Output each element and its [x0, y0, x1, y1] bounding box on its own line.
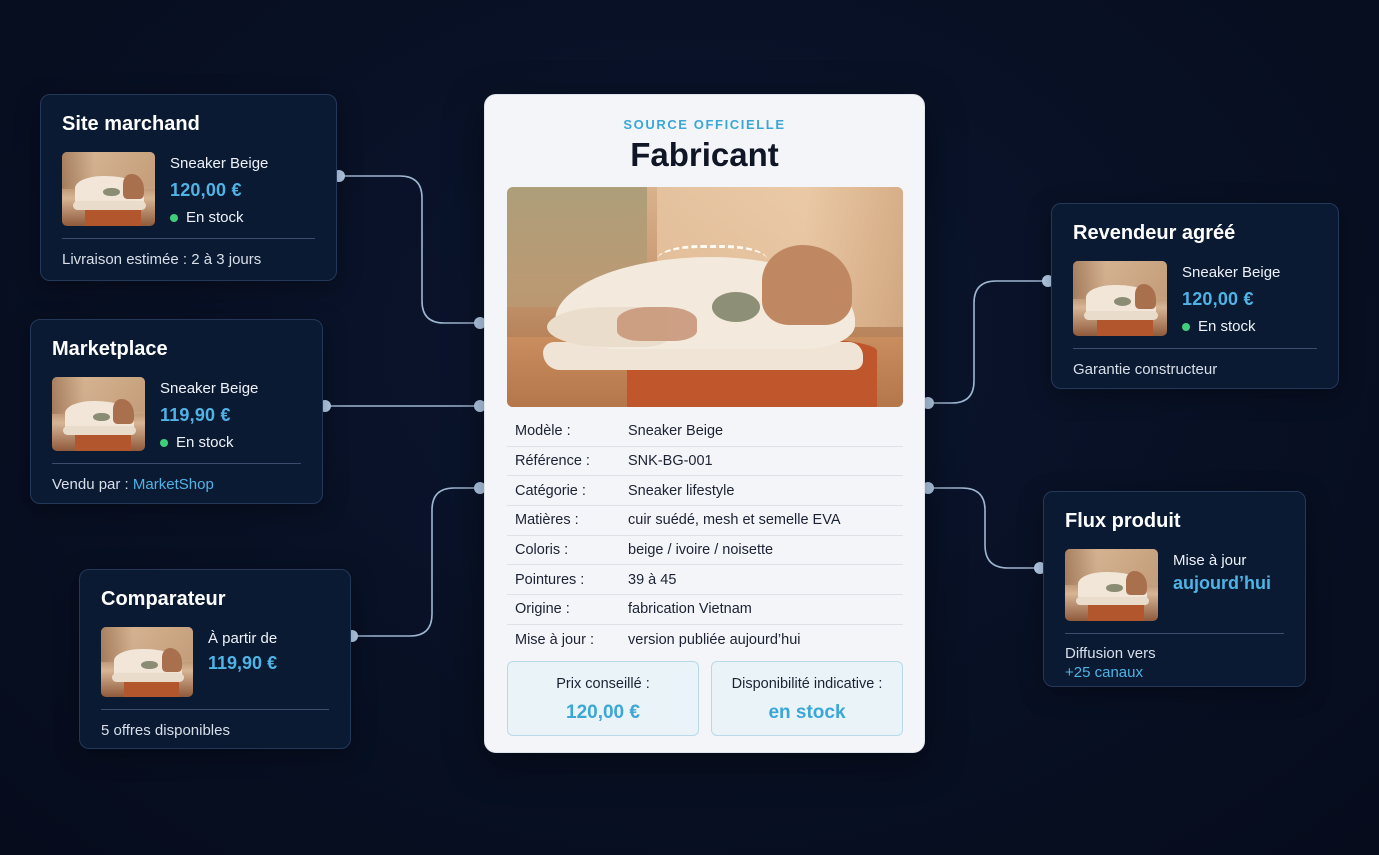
stock-dot-icon	[170, 213, 178, 222]
product-price: 120,00 €	[1182, 289, 1254, 309]
spec-row: Coloris : beige / ivoire / noisette	[507, 536, 903, 566]
update-value: aujourd’hui	[1173, 573, 1271, 593]
price-box: Prix conseillé : 120,00 €	[507, 661, 699, 736]
card-title: Comparateur	[101, 588, 226, 610]
spec-row: Modèle : Sneaker Beige	[507, 417, 903, 447]
warranty-info: Garantie constructeur	[1073, 361, 1218, 378]
product-price: 119,90 €	[160, 405, 231, 425]
product-hero-image	[507, 187, 903, 407]
stock-dot-icon	[160, 438, 168, 447]
summary-boxes: Prix conseillé : 120,00 € Disponibilité …	[507, 661, 903, 736]
product-thumbnail	[101, 627, 193, 697]
stock-status: En stock	[170, 209, 268, 226]
product-name: Sneaker Beige	[160, 380, 259, 397]
product-price: 120,00 €	[170, 180, 242, 200]
card-title: Flux produit	[1065, 510, 1181, 532]
stock-dot-icon	[1182, 322, 1190, 331]
from-label: À partir de	[208, 630, 278, 647]
seller-link[interactable]: MarketShop	[133, 476, 214, 493]
card-title: Revendeur agréé	[1073, 222, 1236, 244]
availability-box: Disponibilité indicative : en stock	[711, 661, 903, 736]
stock-status: En stock	[160, 434, 258, 451]
spec-table: Modèle : Sneaker Beige Référence : SNK-BG-…	[507, 417, 903, 655]
marketplace-card: Marketplace Sneaker Beige 119,90 € En st…	[30, 319, 323, 504]
spec-row: Matières : cuir suédé, mesh et semelle EV…	[507, 506, 903, 536]
channels-count: +25 canaux	[1065, 664, 1143, 681]
product-thumbnail	[52, 377, 145, 451]
product-summary: Sneaker Beige 120,00 € En stock	[1073, 261, 1317, 336]
product-thumbnail	[1065, 549, 1158, 621]
flux-produit-card: Flux produit Mise à jour aujourd’hui Dif…	[1043, 491, 1306, 687]
card-title: Marketplace	[52, 338, 168, 360]
update-label: Mise à jour	[1173, 552, 1247, 569]
product-thumbnail	[1073, 261, 1167, 336]
site-marchand-card: Site marchand Sneaker Beige 120,00 € En …	[40, 94, 337, 281]
page-title: Fabricant	[630, 136, 779, 173]
spec-row: Origine : fabrication Vietnam	[507, 595, 903, 625]
distribution-info: Diffusion vers +25 canaux	[1065, 634, 1284, 698]
availability-label: Disponibilité indicative :	[731, 676, 883, 692]
lowest-price: 119,90 €	[208, 653, 278, 673]
price-value: 120,00 €	[566, 702, 640, 723]
spec-row: Pointures :39 à 45	[507, 565, 903, 596]
product-summary: À partir de 119,90 €	[101, 627, 329, 697]
offers-count: 5 offres disponibles	[101, 722, 230, 739]
product-summary: Sneaker Beige 120,00 € En stock	[62, 152, 315, 226]
spec-row: Mise à jour : version publiée aujourd’hui	[515, 631, 801, 648]
product-summary: Mise à jour aujourd’hui	[1065, 549, 1284, 621]
comparateur-card: Comparateur À partir de 119,90 € 5 offre…	[79, 569, 351, 749]
price-label: Prix conseillé :	[556, 676, 650, 692]
product-summary: Sneaker Beige 119,90 € En stock	[52, 377, 301, 451]
stock-status: En stock	[1182, 318, 1280, 335]
fabricant-card: SOURCE OFFICIELLE Fabricant Modèle : Snea…	[484, 94, 925, 753]
availability-value: en stock	[768, 702, 846, 723]
spec-row: Catégorie : Sneaker lifestyle	[507, 476, 903, 507]
product-name: Sneaker Beige	[170, 155, 269, 172]
product-name: Sneaker Beige	[1182, 264, 1281, 281]
card-title: Site marchand	[62, 113, 200, 135]
source-label: SOURCE OFFICIELLE	[623, 117, 786, 132]
revendeur-card: Revendeur agréé Sneaker Beige 120,00 € E…	[1051, 203, 1339, 389]
product-thumbnail	[62, 152, 155, 226]
delivery-estimate: Livraison estimée : 2 à 3 jours	[62, 251, 262, 268]
spec-row: Référence : SNK-BG-001	[507, 447, 903, 477]
seller-info: Vendu par : MarketShop	[52, 476, 214, 493]
